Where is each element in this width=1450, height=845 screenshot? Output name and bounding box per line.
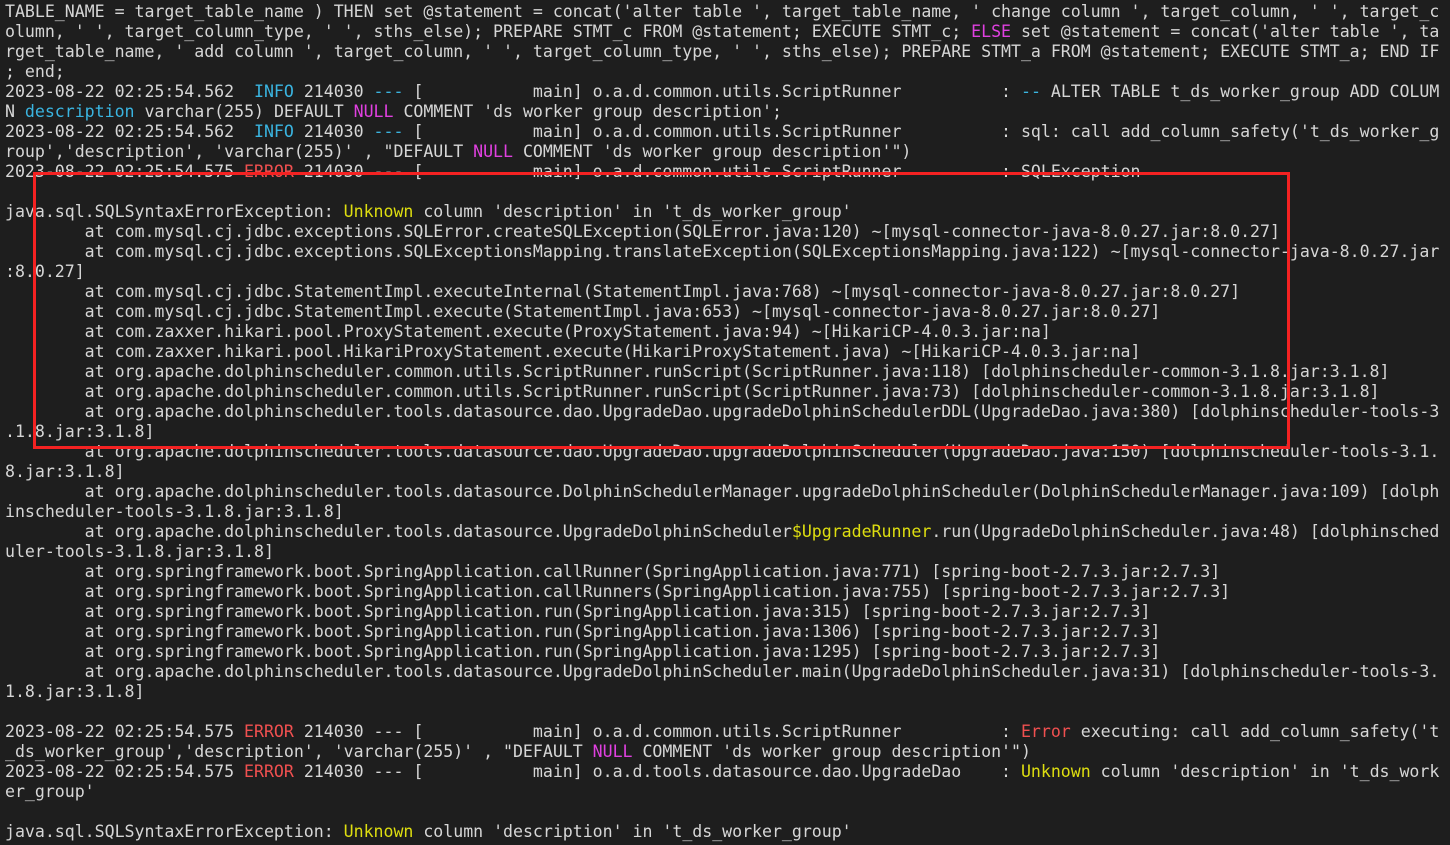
highlighted-token: ERROR — [244, 722, 294, 741]
log-text: column 'description' in 't_ds_work — [1090, 762, 1440, 781]
terminal-line: TABLE_NAME = target_table_name ) THEN se… — [5, 2, 1439, 22]
log-text: 214030 --- [ main] o.a.d.tools.datasourc… — [293, 762, 1021, 781]
log-text: uler-tools-3.1.8.jar:3.1.8] — [5, 542, 274, 561]
log-text: .run(UpgradeDolphinScheduler.java:48) [d… — [931, 522, 1440, 541]
terminal-line: 8.jar:3.1.8] — [5, 462, 1439, 482]
terminal-line: rget_table_name, ' add column ', target_… — [5, 42, 1439, 62]
log-text: 2023-08-22 02:25:54.575 — [5, 722, 245, 741]
highlighted-token: INFO — [254, 122, 294, 141]
terminal-line: inscheduler-tools-3.1.8.jar:3.1.8] — [5, 502, 1439, 522]
log-text: 2023-08-22 02:25:54.562 — [5, 82, 255, 101]
log-text: 1.8.jar:3.1.8] — [5, 682, 145, 701]
log-text: at org.springframework.boot.SpringApplic… — [5, 622, 1161, 641]
terminal-line: ; end; — [5, 62, 1439, 82]
log-text: 8.jar:3.1.8] — [5, 462, 125, 481]
terminal-line: at org.springframework.boot.SpringApplic… — [5, 562, 1439, 582]
highlighted-token: NULL — [592, 742, 633, 761]
log-text: at org.springframework.boot.SpringApplic… — [5, 642, 1161, 661]
terminal-line: 2023-08-22 02:25:54.562 INFO 214030 --- … — [5, 82, 1439, 102]
log-text: COMMENT 'ds worker group description'; — [393, 102, 782, 121]
terminal-line: 2023-08-22 02:25:54.575 ERROR 214030 ---… — [5, 762, 1439, 782]
terminal-line: er_group' — [5, 782, 1439, 802]
terminal-line: _ds_worker_group','description', 'varcha… — [5, 742, 1439, 762]
terminal-line: olumn, ' ', target_column_type, ' ', sth… — [5, 22, 1439, 42]
log-text: [ main] o.a.d.common.utils.ScriptRunner … — [403, 122, 1440, 141]
log-text: column 'description' in 't_ds_worker_gro… — [413, 822, 852, 841]
log-text: 2023-08-22 02:25:54.562 — [5, 122, 255, 141]
terminal-line: at org.springframework.boot.SpringApplic… — [5, 602, 1439, 622]
log-text: olumn, ' ', target_column_type, ' ', sth… — [5, 22, 972, 41]
terminal-line: at org.springframework.boot.SpringApplic… — [5, 642, 1439, 662]
terminal-line: N description varchar(255) DEFAULT NULL … — [5, 102, 1439, 122]
log-text: ALTER TABLE t_ds_worker_group ADD COLUM — [1040, 82, 1440, 101]
terminal-line: roup','description', 'varchar(255)' , "D… — [5, 142, 1439, 162]
log-text: at org.apache.dolphinscheduler.tools.dat… — [5, 662, 1440, 681]
log-text: inscheduler-tools-3.1.8.jar:3.1.8] — [5, 502, 344, 521]
log-text: er_group' — [5, 782, 95, 801]
log-text: COMMENT 'ds worker group description'") — [512, 142, 912, 161]
highlighted-token: ELSE — [971, 22, 1011, 41]
terminal-line: at org.apache.dolphinscheduler.tools.dat… — [5, 522, 1440, 542]
log-text: 214030 — [293, 82, 374, 101]
log-text: rget_table_name, ' add column ', target_… — [5, 42, 1440, 61]
log-text: [ main] o.a.d.common.utils.ScriptRunner … — [403, 82, 1021, 101]
log-text: 214030 --- [ main] o.a.d.common.utils.Sc… — [293, 722, 1021, 741]
highlighted-token: INFO — [254, 82, 294, 101]
log-text: executing: call add_column_safety('t — [1070, 722, 1440, 741]
highlighted-token: NULL — [473, 142, 513, 161]
terminal-line: 1.8.jar:3.1.8] — [5, 682, 1439, 702]
highlighted-token: ERROR — [244, 762, 294, 781]
log-text: roup','description', 'varchar(255)' , "D… — [5, 142, 474, 161]
highlighted-token: --- — [373, 82, 404, 101]
highlighted-token: $UpgradeRunner — [791, 522, 932, 541]
red-annotation-box — [33, 172, 1290, 449]
highlighted-token: Error — [1020, 722, 1071, 741]
log-text: at org.springframework.boot.SpringApplic… — [5, 582, 1231, 601]
terminal-line: at org.springframework.boot.SpringApplic… — [5, 622, 1439, 642]
terminal-line: java.sql.SQLSyntaxErrorException: Unknow… — [5, 822, 1439, 842]
log-text: N — [5, 102, 25, 121]
highlighted-token: -- — [1020, 82, 1041, 101]
log-text: ; end; — [5, 62, 65, 81]
log-text: at org.springframework.boot.SpringApplic… — [5, 602, 1151, 621]
terminal-line: at org.springframework.boot.SpringApplic… — [5, 582, 1439, 602]
log-text: _ds_worker_group','description', 'varcha… — [5, 742, 593, 761]
log-text: 2023-08-22 02:25:54.575 — [5, 762, 245, 781]
log-text: set @statement = concat('alter table ', … — [1011, 22, 1440, 41]
log-text: at org.apache.dolphinscheduler.tools.dat… — [5, 482, 1440, 501]
highlighted-token: NULL — [353, 102, 394, 121]
highlighted-token: Unknown — [343, 822, 414, 841]
highlighted-token: Unknown — [1020, 762, 1091, 781]
terminal-line: at org.apache.dolphinscheduler.tools.dat… — [5, 662, 1440, 682]
terminal-line: at org.apache.dolphinscheduler.tools.dat… — [5, 482, 1440, 502]
log-text: java.sql.SQLSyntaxErrorException: — [5, 822, 344, 841]
log-text: COMMENT 'ds worker group description'") — [632, 742, 1031, 761]
highlighted-token: description — [24, 102, 135, 121]
log-text: 214030 — [293, 122, 374, 141]
log-text: TABLE_NAME = target_table_name ) THEN se… — [5, 2, 1440, 21]
log-text: at org.apache.dolphinscheduler.tools.dat… — [5, 522, 792, 541]
log-text: at org.springframework.boot.SpringApplic… — [5, 562, 1221, 581]
terminal-line: 2023-08-22 02:25:54.562 INFO 214030 --- … — [5, 122, 1439, 142]
terminal-line: 2023-08-22 02:25:54.575 ERROR 214030 ---… — [5, 722, 1439, 742]
highlighted-token: --- — [373, 122, 404, 141]
log-text: varchar(255) DEFAULT — [134, 102, 354, 121]
terminal-line: uler-tools-3.1.8.jar:3.1.8] — [5, 542, 1439, 562]
